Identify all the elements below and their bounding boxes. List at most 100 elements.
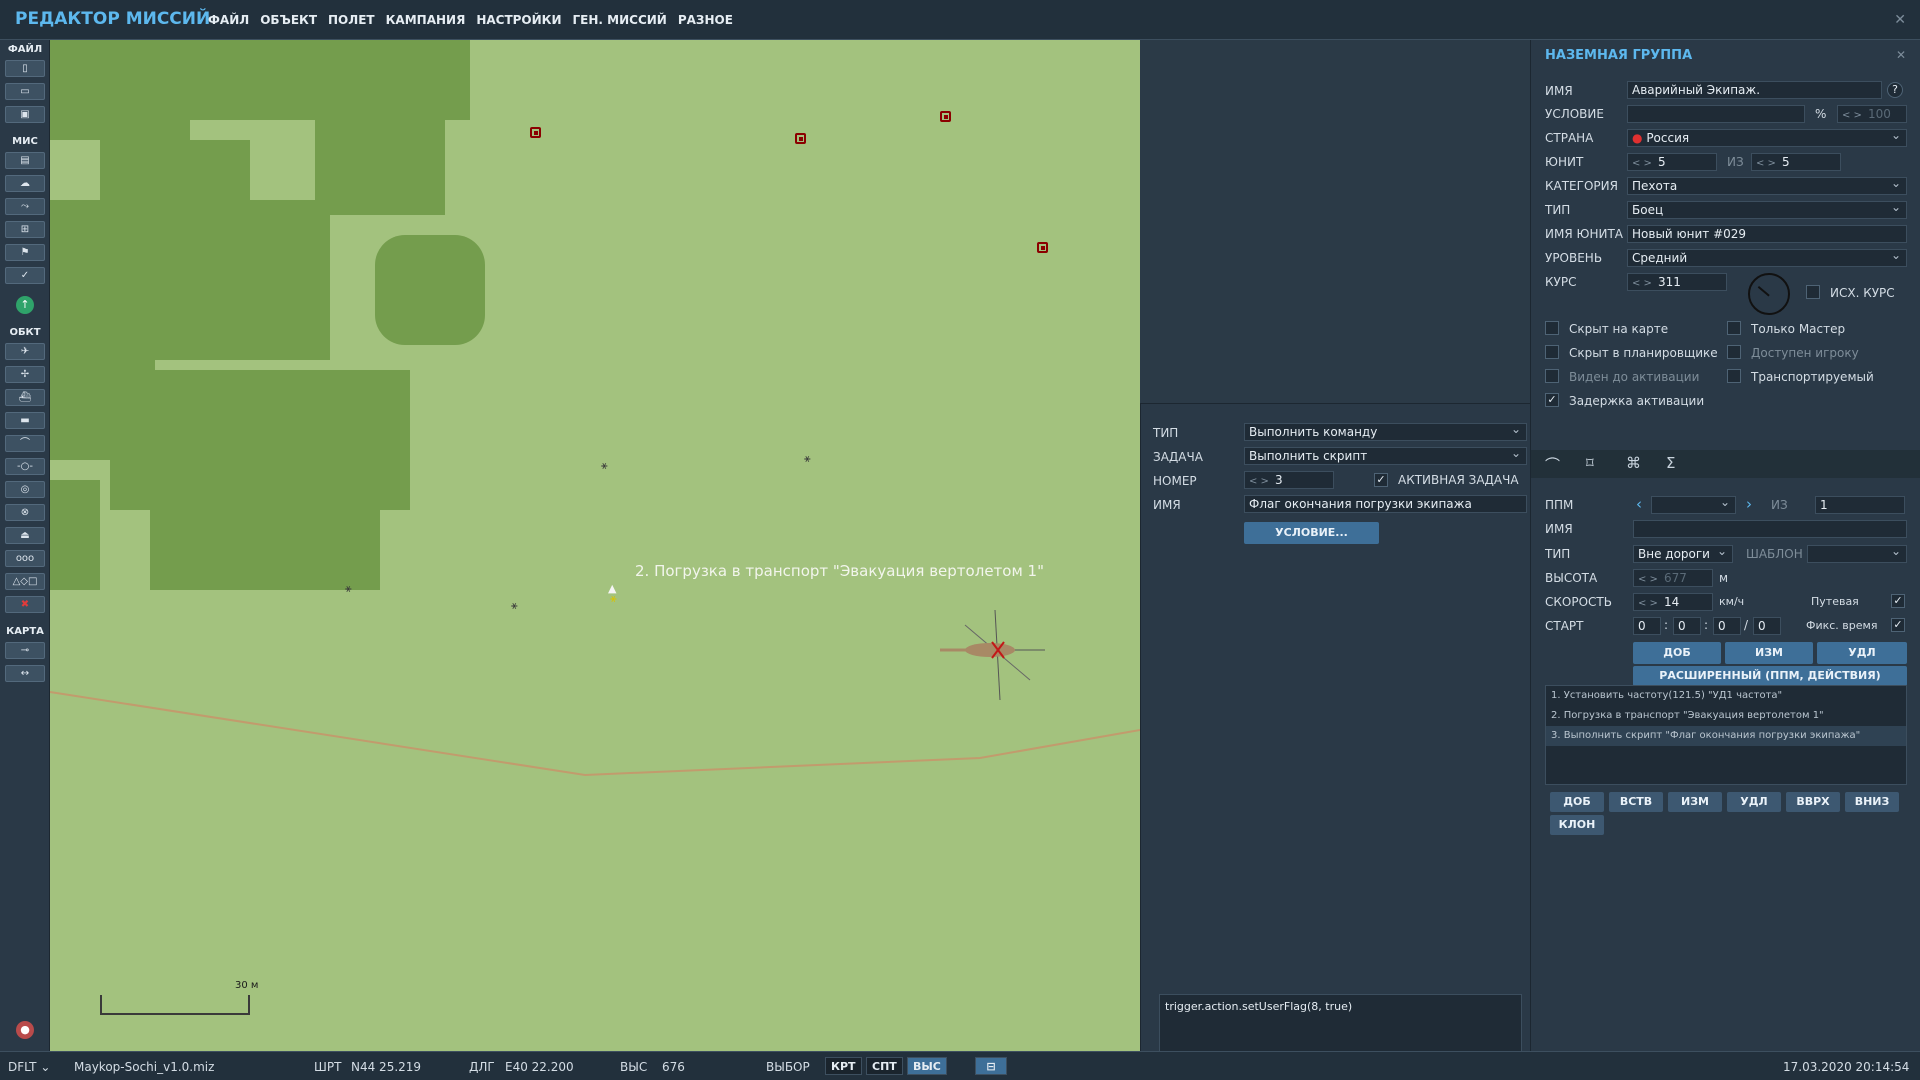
unit-marker[interactable] <box>940 111 951 122</box>
vehicle-icon[interactable]: ▬ <box>5 412 45 429</box>
prev-waypoint-icon[interactable]: ‹ <box>1636 495 1642 513</box>
list-item[interactable]: 3. Выполнить скрипт "Флаг окончания погр… <box>1546 726 1906 746</box>
path-speed-checkbox[interactable]: ✓ <box>1891 594 1905 608</box>
target-icon[interactable]: ⊞ <box>5 221 45 238</box>
shapes-icon[interactable]: △◇□ <box>5 573 45 590</box>
radar-icon[interactable]: ⊗ <box>5 504 45 521</box>
stepper-arrows-icon[interactable]: < > <box>1756 158 1776 169</box>
mode-satellite-button[interactable]: СПТ <box>866 1057 903 1075</box>
stepper-arrows-icon[interactable]: < > <box>1638 598 1658 609</box>
flag-icon[interactable]: ⚑ <box>5 244 45 261</box>
waypoint-name-input[interactable] <box>1633 520 1907 538</box>
player-available-checkbox[interactable] <box>1727 345 1741 359</box>
weather-icon[interactable]: ☁ <box>5 175 45 192</box>
menu-file[interactable]: ФАЙЛ <box>208 13 249 27</box>
add-waypoint-button[interactable]: ДОБ <box>1633 642 1721 664</box>
zone-icon[interactable]: ◎ <box>5 481 45 498</box>
waypoint-type-select[interactable]: Вне дороги <box>1633 545 1733 563</box>
mode-altitude-button[interactable]: ВЫС <box>907 1057 947 1075</box>
record-icon[interactable]: ● <box>16 1021 34 1039</box>
unit-type-select[interactable]: Боец <box>1627 201 1907 219</box>
condition-pct-stepper[interactable]: < > 100 <box>1837 105 1907 123</box>
move-up-button[interactable]: ВВРХ <box>1786 792 1840 812</box>
map-layers-icon[interactable]: ⊟ <box>975 1057 1007 1075</box>
infantry-icon[interactable]: ⚹ <box>804 453 816 465</box>
close-icon[interactable]: ✕ <box>1894 12 1906 28</box>
speed-stepper[interactable]: < > 14 <box>1633 593 1713 611</box>
unit-total-stepper[interactable]: < > 5 <box>1751 153 1841 171</box>
group-name-input[interactable]: Аварийный Экипаж. <box>1627 81 1882 99</box>
briefing-icon[interactable]: ▤ <box>5 152 45 169</box>
delete-action-button[interactable]: УДЛ <box>1727 792 1781 812</box>
late-activation-checkbox[interactable]: ✓ <box>1545 393 1559 407</box>
menu-mission-gen[interactable]: ГЕН. МИССИЙ <box>573 13 667 27</box>
infantry-icon[interactable]: ⚹ <box>601 460 613 472</box>
selected-unit-icon[interactable]: ⚹ <box>610 593 622 605</box>
infantry-icon[interactable]: ⚹ <box>511 600 523 612</box>
add-action-button[interactable]: ДОБ <box>1550 792 1604 812</box>
altitude-stepper[interactable]: < > 677 <box>1633 569 1713 587</box>
profile-select[interactable]: DFLT ⌄ <box>8 1060 50 1074</box>
summary-tab-icon[interactable]: Σ <box>1666 454 1675 472</box>
start-hours[interactable]: 0 <box>1633 617 1661 635</box>
country-select[interactable]: ● Россия <box>1627 129 1907 147</box>
task-name-input[interactable]: Флаг окончания погрузки экипажа <box>1244 495 1527 513</box>
task-type-select[interactable]: Выполнить команду <box>1244 423 1527 441</box>
new-file-icon[interactable]: ▯ <box>5 60 45 77</box>
template-select[interactable] <box>1807 545 1907 563</box>
clone-action-button[interactable]: КЛОН <box>1550 815 1604 835</box>
heading-dial[interactable] <box>1748 273 1790 315</box>
stepper-arrows-icon[interactable]: < > <box>1632 158 1652 169</box>
next-waypoint-icon[interactable]: › <box>1746 495 1752 513</box>
heading-stepper[interactable]: < > 311 <box>1627 273 1727 291</box>
help-icon[interactable]: ? <box>1887 82 1903 98</box>
measure-icon[interactable]: ↔ <box>5 665 45 682</box>
menu-misc[interactable]: РАЗНОЕ <box>678 13 733 27</box>
menu-flight[interactable]: ПОЛЕТ <box>328 13 375 27</box>
visible-before-checkbox[interactable] <box>1545 369 1559 383</box>
task-task-select[interactable]: Выполнить скрипт <box>1244 447 1527 465</box>
stepper-arrows-icon[interactable]: < > <box>1249 476 1269 487</box>
coalition-icon[interactable]: ↑ <box>16 296 34 314</box>
cargo-icon[interactable]: ooo <box>5 550 45 567</box>
save-icon[interactable]: ▣ <box>5 106 45 123</box>
active-task-checkbox[interactable]: ✓ <box>1374 473 1388 487</box>
static-icon[interactable]: -○- <box>5 458 45 475</box>
transportable-checkbox[interactable] <box>1727 369 1741 383</box>
infantry-icon[interactable]: ⚹ <box>345 583 357 595</box>
initial-heading-checkbox[interactable] <box>1806 285 1820 299</box>
stepper-arrows-icon[interactable]: < > <box>1638 574 1658 585</box>
edit-waypoint-button[interactable]: ИЗМ <box>1725 642 1813 664</box>
hidden-planner-checkbox[interactable] <box>1545 345 1559 359</box>
delete-icon[interactable]: ✖ <box>5 596 45 613</box>
route-icon[interactable]: ⤳ <box>5 198 45 215</box>
start-minutes[interactable]: 0 <box>1673 617 1701 635</box>
menu-settings[interactable]: НАСТРОЙКИ <box>476 13 561 27</box>
route-tab-icon[interactable]: ⌒ <box>1545 454 1560 475</box>
mode-map-button[interactable]: КРТ <box>825 1057 862 1075</box>
menu-object[interactable]: ОБЪЕКТ <box>260 13 317 27</box>
stepper-arrows-icon[interactable]: < > <box>1632 278 1652 289</box>
triggers-tab-icon[interactable]: ⌑ <box>1586 454 1594 472</box>
condition-button[interactable]: УСЛОВИЕ... <box>1244 522 1379 544</box>
insert-action-button[interactable]: ВСТВ <box>1609 792 1663 812</box>
list-item[interactable]: 1. Установить частоту(121.5) "УД1 частот… <box>1546 686 1906 706</box>
advanced-actions-button[interactable]: РАСШИРЕННЫЙ (ППМ, ДЕЙСТВИЯ) <box>1633 666 1907 686</box>
ruler-icon[interactable]: ⊸ <box>5 642 45 659</box>
tank-icon[interactable]: ⌒ <box>5 435 45 452</box>
move-down-button[interactable]: ВНИЗ <box>1845 792 1899 812</box>
condition-input[interactable] <box>1627 105 1805 123</box>
map-view[interactable]: ⚹ ⚹ ⚹ ⚹ ▲ ⚹ 2. Погрузка в транспорт "Эва… <box>50 40 1140 1051</box>
category-select[interactable]: Пехота <box>1627 177 1907 195</box>
unit-name-input[interactable]: Новый юнит #029 <box>1627 225 1907 243</box>
unit-marker[interactable] <box>1037 242 1048 253</box>
check-icon[interactable]: ✓ <box>5 267 45 284</box>
unit-marker[interactable] <box>530 127 541 138</box>
task-number-stepper[interactable]: < > 3 <box>1244 471 1334 489</box>
fixed-time-checkbox[interactable]: ✓ <box>1891 618 1905 632</box>
ship-icon[interactable]: ⛴ <box>5 389 45 406</box>
boat-icon[interactable]: ⏏ <box>5 527 45 544</box>
waypoint-select[interactable] <box>1651 496 1736 514</box>
plane-icon[interactable]: ✈ <box>5 343 45 360</box>
list-item[interactable]: 2. Погрузка в транспорт "Эвакуация верто… <box>1546 706 1906 726</box>
